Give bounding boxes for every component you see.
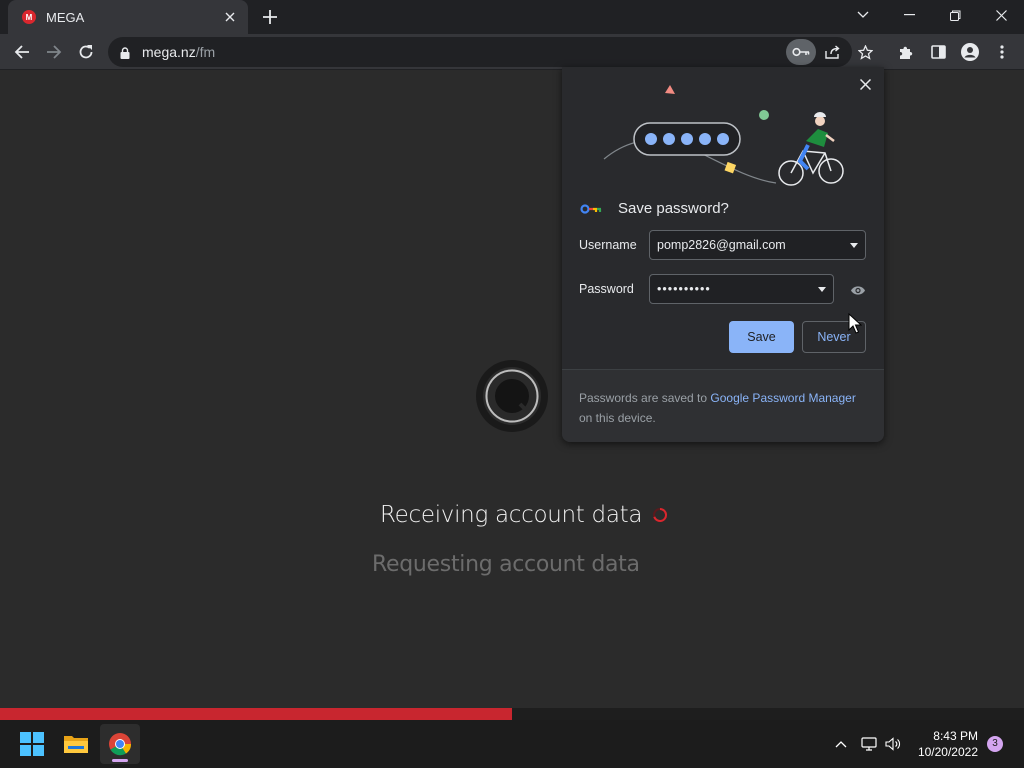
loading-spinner-icon bbox=[653, 507, 668, 522]
username-label: Username bbox=[579, 238, 637, 252]
username-dropdown-arrow-icon[interactable] bbox=[850, 243, 858, 248]
cyclist-password-illustration-icon bbox=[603, 85, 844, 186]
loading-progress-fill bbox=[0, 708, 512, 720]
windows-taskbar: 8:43 PM 10/20/2022 3 bbox=[0, 720, 1024, 768]
dialog-header: Save password? bbox=[580, 200, 729, 217]
minimize-button[interactable] bbox=[886, 0, 932, 30]
status-sub-text: Requesting account data bbox=[372, 552, 640, 577]
chrome-taskbar-icon[interactable] bbox=[100, 724, 140, 764]
url-text: mega.nz/fm bbox=[142, 44, 216, 60]
bookmark-star-icon[interactable] bbox=[850, 39, 880, 65]
status-main-row: Receiving account data bbox=[380, 502, 668, 528]
reload-button[interactable] bbox=[72, 38, 100, 66]
browser-toolbar: mega.nz/fm bbox=[0, 34, 1024, 70]
show-hidden-icons-chevron-icon[interactable] bbox=[830, 734, 852, 754]
mega-loading-logo-icon bbox=[476, 360, 548, 432]
restore-button[interactable] bbox=[932, 0, 978, 30]
password-value: •••••••••• bbox=[657, 282, 711, 296]
loading-progress-bar bbox=[0, 708, 1024, 720]
tab-mega[interactable]: M MEGA bbox=[8, 0, 248, 34]
footer-text-suffix: on this device. bbox=[579, 411, 656, 425]
password-dropdown-arrow-icon[interactable] bbox=[818, 287, 826, 292]
lock-icon[interactable] bbox=[120, 46, 130, 64]
show-password-eye-icon[interactable] bbox=[850, 283, 866, 301]
notification-badge[interactable]: 3 bbox=[987, 736, 1003, 752]
save-password-dialog: Save password? Username pomp2826@gmail.c… bbox=[562, 67, 884, 442]
active-app-indicator bbox=[112, 759, 128, 762]
status-main-text: Receiving account data bbox=[380, 502, 643, 528]
close-window-button[interactable] bbox=[978, 0, 1024, 30]
dialog-title: Save password? bbox=[618, 200, 729, 217]
password-field[interactable]: •••••••••• bbox=[649, 274, 834, 304]
clock-time: 8:43 PM bbox=[933, 729, 978, 743]
back-button[interactable] bbox=[8, 38, 36, 66]
new-tab-button[interactable] bbox=[258, 6, 282, 28]
tab-close-icon[interactable] bbox=[222, 9, 238, 25]
extensions-puzzle-icon[interactable] bbox=[892, 38, 920, 66]
mega-favicon-icon: M bbox=[22, 10, 36, 24]
username-value: pomp2826@gmail.com bbox=[657, 238, 786, 252]
tab-strip: M MEGA bbox=[0, 0, 1024, 34]
username-field[interactable]: pomp2826@gmail.com bbox=[649, 230, 866, 260]
dialog-close-icon[interactable] bbox=[854, 73, 876, 95]
address-bar[interactable]: mega.nz/fm bbox=[108, 37, 873, 67]
password-key-icon[interactable] bbox=[786, 39, 816, 65]
menu-kebab-icon[interactable] bbox=[988, 38, 1016, 66]
profile-avatar-icon[interactable] bbox=[956, 38, 984, 66]
tab-search-chevron-icon[interactable] bbox=[840, 0, 886, 30]
clock-date: 10/20/2022 bbox=[917, 745, 978, 759]
windows-start-icon[interactable] bbox=[12, 724, 52, 764]
tab-title: MEGA bbox=[46, 9, 85, 25]
google-key-icon bbox=[580, 203, 602, 214]
share-icon[interactable] bbox=[818, 39, 848, 65]
side-panel-icon[interactable] bbox=[924, 38, 952, 66]
footer-text-prefix: Passwords are saved to bbox=[579, 391, 711, 405]
save-password-button[interactable]: Save bbox=[729, 321, 794, 353]
network-icon[interactable] bbox=[858, 734, 880, 754]
file-explorer-icon[interactable] bbox=[56, 724, 96, 764]
password-manager-link[interactable]: Google Password Manager bbox=[710, 391, 855, 405]
dialog-footer: Passwords are saved to Google Password M… bbox=[562, 369, 884, 442]
volume-icon[interactable] bbox=[882, 734, 904, 754]
mouse-cursor-icon bbox=[848, 313, 862, 334]
forward-button[interactable] bbox=[40, 38, 68, 66]
password-label: Password bbox=[579, 282, 634, 296]
taskbar-clock[interactable]: 8:43 PM 10/20/2022 bbox=[914, 728, 978, 760]
